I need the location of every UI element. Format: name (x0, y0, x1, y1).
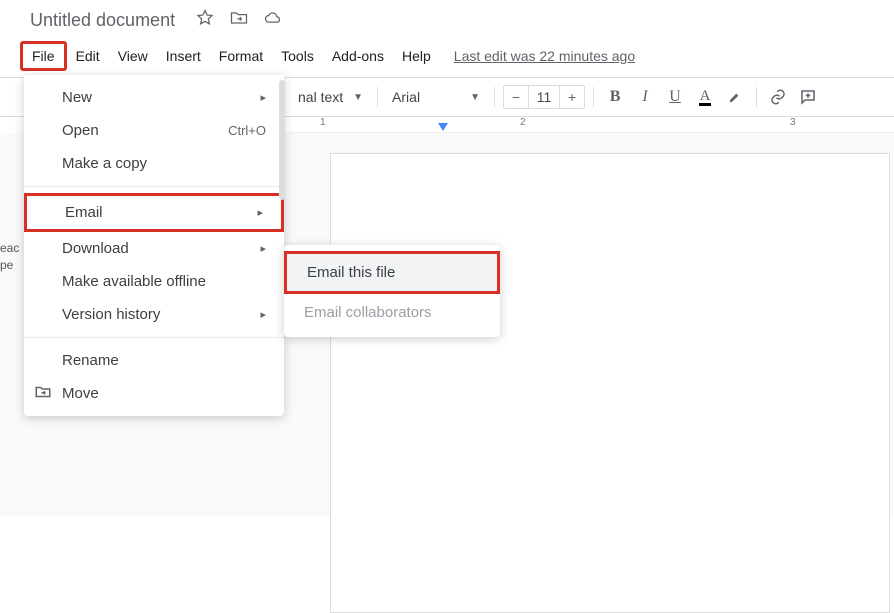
bold-button[interactable]: B (602, 84, 628, 110)
menu-version-history[interactable]: Version history (24, 298, 284, 331)
highlight-button[interactable] (722, 84, 748, 110)
menu-tools[interactable]: Tools (272, 44, 323, 68)
ruler: 1 2 3 (290, 117, 894, 133)
font-label: Arial (392, 89, 420, 105)
menu-label: Rename (62, 352, 119, 369)
submenu-email-this-file[interactable]: Email this file (284, 251, 500, 294)
menu-label: Version history (62, 306, 160, 323)
indent-marker-icon[interactable] (438, 123, 448, 131)
paragraph-style-label: nal text (298, 89, 343, 105)
insert-comment-button[interactable] (795, 84, 821, 110)
document-page[interactable]: le article (330, 153, 890, 613)
title-bar: Untitled document (0, 0, 894, 37)
chevron-down-icon: ▼ (353, 92, 363, 103)
menu-offline[interactable]: Make available offline (24, 265, 284, 298)
separator (24, 186, 284, 187)
separator (593, 87, 594, 107)
menu-label: Email collaborators (304, 304, 432, 321)
underline-button[interactable]: U (662, 84, 688, 110)
star-icon[interactable] (195, 8, 215, 33)
decrease-font-button[interactable]: − (504, 89, 528, 105)
ruler-tick: 2 (520, 117, 590, 128)
paragraph-style-select[interactable]: nal text ▼ (292, 87, 369, 107)
menu-open[interactable]: Open Ctrl+O (24, 114, 284, 147)
ruler-tick: 3 (790, 117, 860, 128)
submenu-email-collaborators: Email collaborators (284, 294, 500, 331)
italic-button[interactable]: I (632, 84, 658, 110)
menu-addons[interactable]: Add-ons (323, 44, 393, 68)
text-color-button[interactable]: A (692, 84, 718, 110)
menu-edit[interactable]: Edit (67, 44, 109, 68)
increase-font-button[interactable]: + (560, 89, 584, 105)
menu-move[interactable]: Move (24, 377, 284, 410)
font-size-value[interactable]: 11 (528, 86, 560, 108)
chevron-down-icon: ▼ (470, 92, 480, 103)
menu-label: Move (62, 385, 99, 402)
cutoff-text: eac pe (0, 240, 19, 274)
menu-new[interactable]: New (24, 81, 284, 114)
menu-download[interactable]: Download (24, 232, 284, 265)
menu-label: Email (65, 204, 103, 221)
menu-label: New (62, 89, 92, 106)
separator (24, 337, 284, 338)
menu-make-copy[interactable]: Make a copy (24, 147, 284, 180)
menu-help[interactable]: Help (393, 44, 440, 68)
shortcut-label: Ctrl+O (228, 123, 266, 138)
cutoff-line: eac (0, 240, 19, 257)
separator (756, 87, 757, 107)
menu-email[interactable]: Email (24, 193, 284, 232)
ruler-tick: 1 (320, 117, 390, 128)
menu-file[interactable]: File (20, 41, 67, 71)
menu-format[interactable]: Format (210, 44, 272, 68)
separator (494, 87, 495, 107)
menu-label: Email this file (307, 264, 395, 281)
menu-label: Make a copy (62, 155, 147, 172)
document-title[interactable]: Untitled document (30, 10, 175, 31)
menu-label: Download (62, 240, 129, 257)
menu-insert[interactable]: Insert (157, 44, 210, 68)
menu-bar: File Edit View Insert Format Tools Add-o… (0, 37, 894, 77)
menu-view[interactable]: View (109, 44, 157, 68)
cutoff-line: pe (0, 257, 19, 274)
font-select[interactable]: Arial ▼ (386, 87, 486, 107)
text-color-label: A (699, 89, 712, 106)
font-size-stepper: − 11 + (503, 85, 585, 109)
cloud-status-icon[interactable] (263, 8, 283, 33)
menu-label: Open (62, 122, 99, 139)
insert-link-button[interactable] (765, 84, 791, 110)
last-edit-link[interactable]: Last edit was 22 minutes ago (454, 48, 635, 64)
email-submenu: Email this file Email collaborators (284, 245, 500, 337)
separator (377, 87, 378, 107)
move-to-folder-icon[interactable] (229, 8, 249, 33)
menu-label: Make available offline (62, 273, 206, 290)
menu-rename[interactable]: Rename (24, 344, 284, 377)
file-dropdown: New Open Ctrl+O Make a copy Email Downloa… (24, 75, 284, 416)
dropdown-scrollbar[interactable] (279, 80, 285, 200)
move-icon (34, 383, 52, 405)
